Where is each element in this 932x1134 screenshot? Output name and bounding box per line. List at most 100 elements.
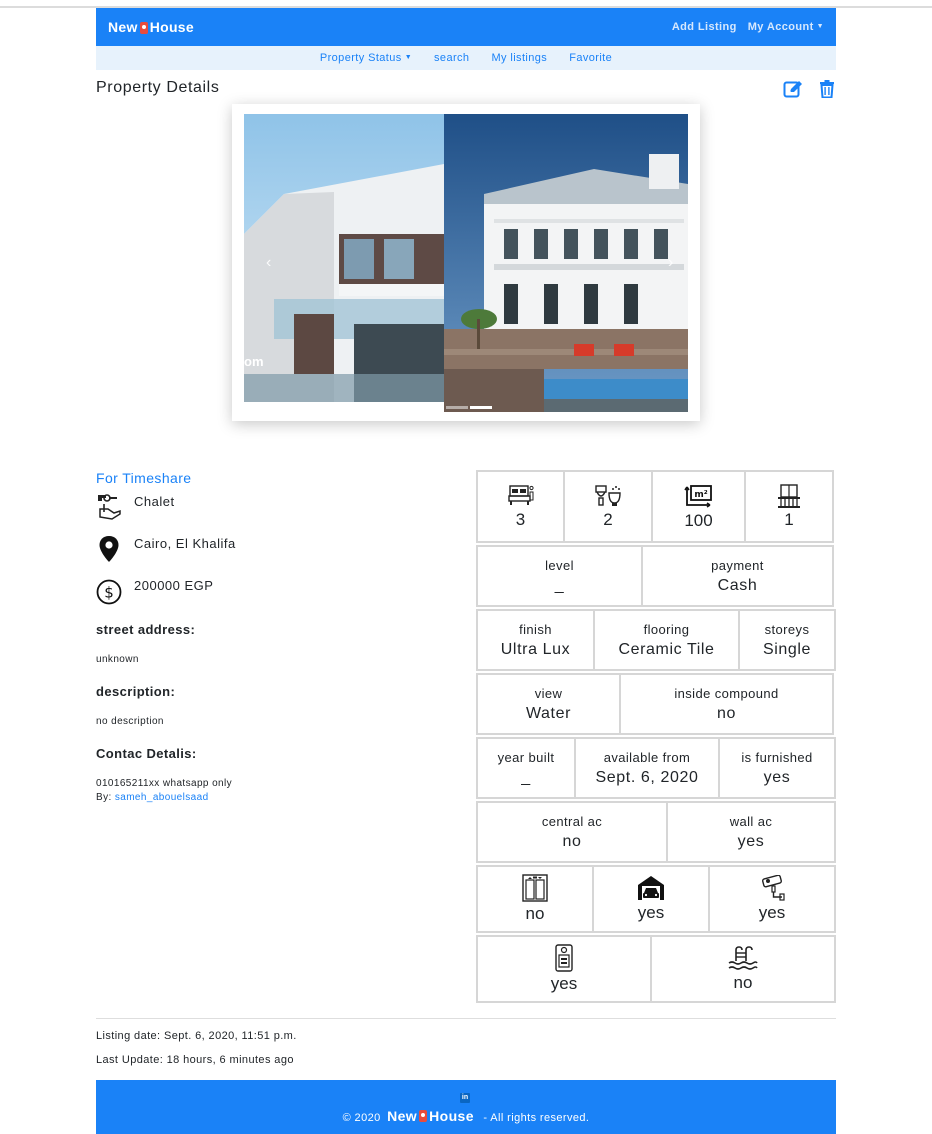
page-title: Property Details	[96, 79, 220, 96]
area-m2-icon: m²	[683, 484, 712, 508]
central-ac-cell: central ac no	[476, 801, 668, 863]
area-icon-label: m²	[694, 490, 707, 500]
intercom-icon	[555, 944, 573, 972]
inside-compound-value: no	[717, 704, 736, 722]
garage-value: yes	[637, 903, 665, 922]
listing-date: Listing date: Sept. 6, 2020, 11:51 p.m.	[96, 1030, 297, 1042]
footer-brand-right: House	[429, 1108, 474, 1124]
finish-value: Ultra Lux	[500, 640, 571, 658]
favorite-link[interactable]: Favorite	[569, 52, 612, 64]
my-account-label: My Account	[747, 21, 814, 33]
caret-down-icon: ▼	[816, 23, 824, 30]
view-cell: view Water	[476, 673, 621, 735]
bedrooms-cell: 3	[476, 470, 565, 543]
secondary-nav: Property Status ▼ search My listings Favo…	[96, 46, 836, 70]
payment-cell: payment Cash	[641, 545, 834, 607]
carousel-next-icon[interactable]: ›	[668, 254, 673, 272]
available-from-value: Sept. 6, 2020	[595, 768, 699, 786]
carousel-indicator[interactable]	[446, 406, 468, 409]
house-logo-icon	[419, 1110, 428, 1122]
swimming-pool-icon	[728, 946, 758, 970]
street-address-label: street address:	[96, 622, 196, 637]
balconies-count: 1	[784, 509, 794, 529]
view-label: view	[534, 685, 563, 701]
inside-compound-cell: inside compound no	[619, 673, 834, 735]
storeys-cell: storeys Single	[738, 609, 836, 671]
edit-icon[interactable]	[783, 80, 803, 98]
finish-label: finish	[519, 621, 552, 637]
pool-cell: no	[650, 935, 836, 1003]
is-furnished-label: is furnished	[741, 749, 813, 765]
storeys-label: storeys	[764, 621, 810, 637]
property-location: Cairo, El Khalifa	[134, 536, 236, 551]
linkedin-icon[interactable]: in	[460, 1093, 470, 1103]
description-label: description:	[96, 684, 176, 699]
carousel-inner: om ‹ ›	[244, 114, 688, 412]
central-ac-value: no	[562, 832, 582, 850]
property-status-label: Property Status	[319, 52, 402, 64]
storeys-value: Single	[762, 640, 812, 658]
navbar: New House Add Listing My Account ▼	[96, 8, 836, 46]
rights-reserved: - All rights reserved.	[483, 1112, 590, 1124]
carousel-indicator-active[interactable]	[470, 406, 492, 409]
property-type-row: Chalet	[96, 493, 175, 521]
my-account-dropdown[interactable]: My Account ▼	[748, 21, 824, 33]
wall-ac-value: yes	[737, 832, 765, 850]
location-pin-icon	[99, 536, 119, 562]
balcony-icon	[778, 483, 800, 508]
is-furnished-cell: is furnished yes	[718, 737, 836, 799]
last-update: Last Update: 18 hours, 6 minutes ago	[96, 1054, 294, 1066]
property-status-dropdown[interactable]: Property Status ▼	[320, 52, 412, 64]
flooring-label: flooring	[643, 621, 690, 637]
posted-by-label: By:	[96, 792, 112, 803]
brand-logo-link[interactable]: New House	[108, 19, 194, 35]
footer-copyright: © 2020 New House - All rights reserved.	[96, 1108, 836, 1124]
payment-value: Cash	[717, 576, 758, 594]
trash-icon[interactable]	[819, 80, 835, 98]
carousel-slide-beach-house	[444, 114, 688, 412]
bedrooms-count: 3	[515, 509, 526, 529]
security-camera-value: yes	[758, 903, 786, 922]
area-cell: m² 100	[651, 470, 746, 543]
elevator-cell: no	[476, 865, 594, 933]
house-logo-icon	[139, 22, 148, 34]
owner-profile-link[interactable]: sameh_abouelsaad	[115, 792, 209, 803]
carousel-caption: om	[244, 354, 264, 369]
street-address-value: unknown	[96, 654, 139, 665]
level-label: level	[545, 557, 574, 573]
security-camera-icon	[762, 875, 785, 901]
bathrooms-cell: 2	[563, 470, 653, 543]
central-ac-label: central ac	[541, 813, 603, 829]
level-cell: level _	[476, 545, 643, 607]
pool-value: no	[733, 973, 753, 992]
bathroom-icon	[595, 484, 621, 506]
elevator-icon	[522, 874, 548, 902]
balconies-cell: 1	[744, 470, 834, 543]
add-listing-link[interactable]: Add Listing	[672, 21, 737, 33]
property-specs-grid: 3 2 m² 100 1 level _ payment Cash finish…	[476, 470, 836, 1005]
available-from-label: available from	[603, 749, 691, 765]
search-link[interactable]: search	[434, 52, 469, 64]
dollar-circle-icon: $	[96, 579, 122, 605]
caret-down-icon: ▼	[404, 54, 413, 61]
wall-ac-cell: wall ac yes	[666, 801, 836, 863]
flooring-cell: flooring Ceramic Tile	[593, 609, 740, 671]
flooring-value: Ceramic Tile	[618, 640, 715, 658]
copyright-year: © 2020	[342, 1112, 381, 1124]
footer-brand: New House	[387, 1108, 474, 1124]
contact-details-label: Contac Detalis:	[96, 746, 197, 761]
footer-brand-left: New	[387, 1108, 418, 1124]
image-carousel: om ‹ ›	[232, 104, 700, 421]
year-built-label: year built	[497, 749, 555, 765]
property-status-link[interactable]: For Timeshare	[96, 470, 191, 486]
location-row: Cairo, El Khalifa	[96, 535, 236, 563]
carousel-slide-modern-house	[244, 114, 444, 402]
hand-key-icon	[98, 494, 121, 520]
posted-by-row: By: sameh_abouelsaad	[96, 792, 209, 803]
wall-ac-label: wall ac	[729, 813, 773, 829]
my-listings-link[interactable]: My listings	[491, 52, 547, 64]
carousel-prev-icon[interactable]: ‹	[266, 254, 271, 272]
year-built-value: _	[521, 768, 531, 786]
finish-cell: finish Ultra Lux	[476, 609, 595, 671]
garage-cell: yes	[592, 865, 710, 933]
